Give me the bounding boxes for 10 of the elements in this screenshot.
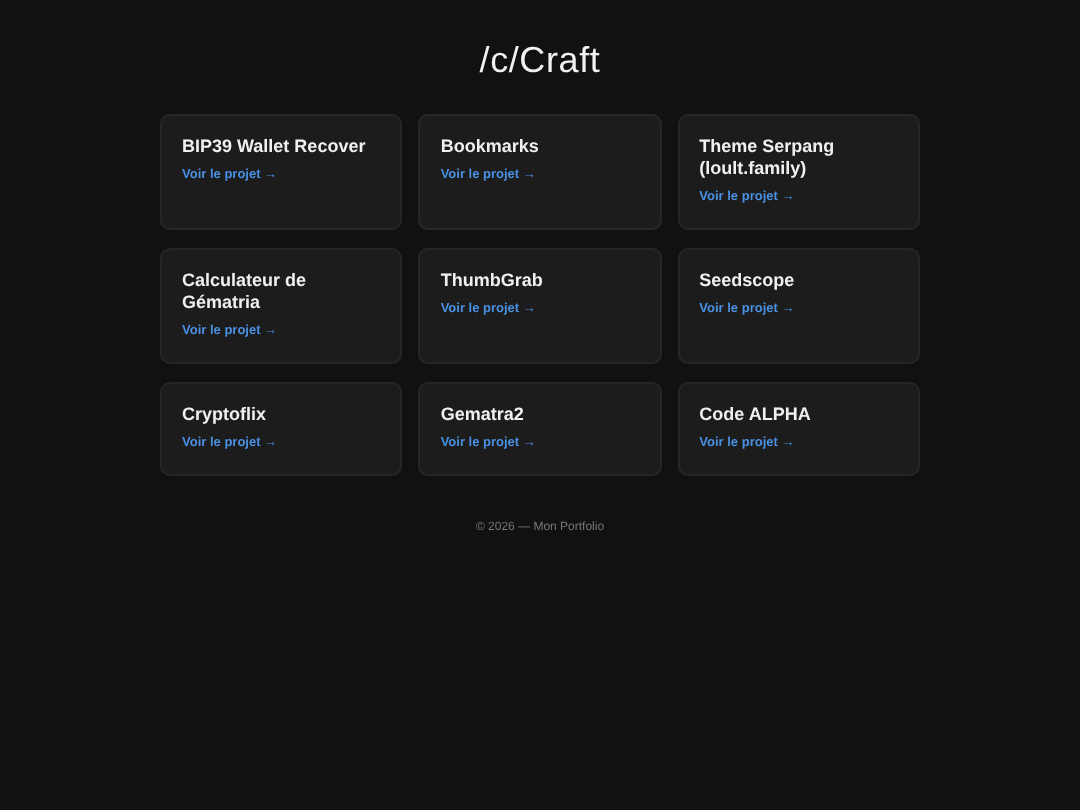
- project-title: Gematra2: [440, 404, 526, 426]
- project-title: Cryptoflix: [182, 404, 269, 426]
- project-title: Calculateur de Gématria: [182, 270, 309, 314]
- project-title: ThumbGrab: [440, 270, 545, 292]
- project-title: BIP39 Wallet Recover: [182, 136, 368, 158]
- project-title: Code ALPHA: [699, 404, 813, 426]
- project-title: Theme Serpang (loult.family): [699, 136, 837, 180]
- project-title: Bookmarks: [440, 136, 541, 158]
- page-title: /c/Craft: [479, 38, 601, 82]
- project-title: Seedscope: [699, 270, 797, 292]
